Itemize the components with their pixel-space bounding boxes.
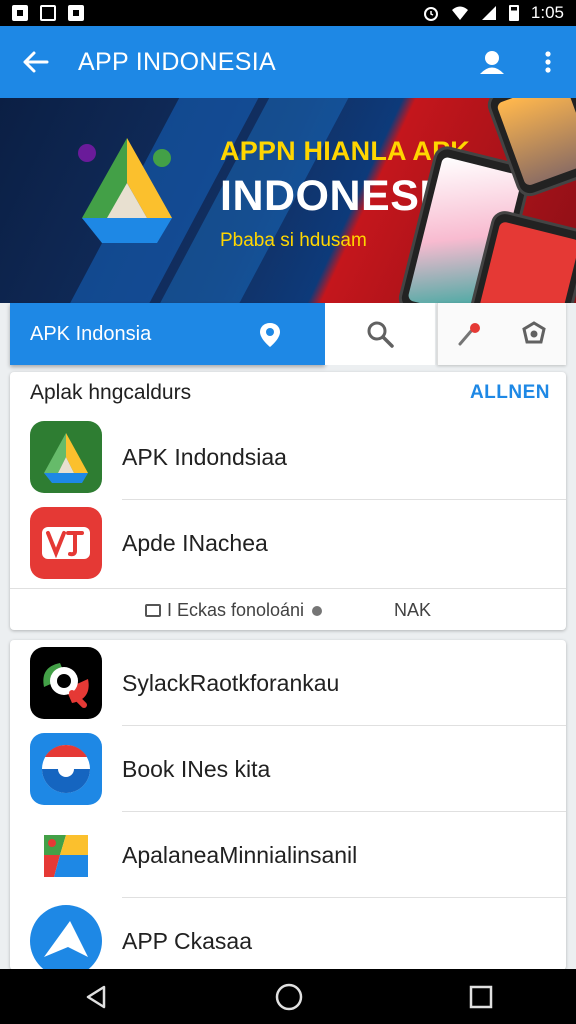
list-item[interactable]: SylackRaotkforankau [10,640,566,726]
card-header: Aplak hngcaldurs ALLNEN [10,372,566,414]
camera-app-icon [30,647,102,719]
status-bar: 1:05 [0,0,576,26]
list-item[interactable]: APK Indondsiaa [10,414,566,500]
section-title: Aplak hngcaldurs [30,381,192,404]
drive-like-icon [30,421,102,493]
dot-icon [312,605,323,616]
wifi-icon [451,6,468,20]
red-logo-icon [30,507,102,579]
overflow-menu-button[interactable] [520,26,576,98]
search-input[interactable]: APK Indonsia [10,303,325,365]
app-name: APK Indondsiaa [122,443,287,470]
promo-banner[interactable]: APPN HIANLA APK INDONESIA Pbaba si hdusa… [0,98,576,303]
signal-icon [481,6,496,20]
window-icon [144,604,161,617]
search-button[interactable] [325,303,435,365]
app-name: ApalaneaMinnialinsanil [122,841,358,868]
back-button[interactable] [0,26,70,98]
featured-apps-card: Aplak hngcaldurs ALLNEN APK Indondsiaa A… [10,372,566,630]
see-all-link[interactable]: ALLNEN [470,382,550,404]
app-name: Book INes kita [122,755,271,782]
nav-home-icon[interactable] [274,982,304,1012]
card-footer: I Eckas fonoloáni NAK [10,588,566,630]
alarm-icon [423,7,438,21]
system-nav-bar [0,969,576,1024]
mail-icon [40,5,56,21]
settings-icon[interactable] [520,320,548,348]
maps-like-icon [30,819,102,891]
search-icon [367,321,394,348]
app-name: Apde INachea [122,529,268,556]
footer-left-label: I Eckas fonoloáni [166,600,305,620]
app-notification-icon [68,5,84,21]
search-row: APK Indonsia [0,303,576,365]
toolbar-actions [437,303,566,365]
person-icon [480,51,504,74]
footer-left-action[interactable]: I Eckas fonoloáni [144,600,324,621]
search-value: APK Indonsia [30,322,152,345]
list-item[interactable]: Apde INachea [10,500,566,586]
microphone-icon[interactable] [456,320,484,348]
page-title: APP INDONESIA [78,47,276,76]
footer-right-label[interactable]: NAK [394,600,431,621]
back-arrow-icon [23,51,49,73]
list-item[interactable]: Book INes kita [10,726,566,812]
notification-icon [12,5,28,21]
list-item[interactable]: ApalaneaMinnialinsanil [10,812,566,898]
app-name: APP Ckasaa [122,927,252,954]
more-vert-icon [545,51,551,73]
app-bar: APP INDONESIA [0,26,576,98]
clock: 1:05 [530,3,564,22]
chrome-like-icon [30,733,102,805]
location-pin-icon[interactable] [259,322,281,348]
account-button[interactable] [464,26,520,98]
app-logo-icon [78,138,172,243]
battery-icon [508,5,519,21]
banner-subtitle: Pbaba si hdusam [220,230,367,251]
apps-list-card: SylackRaotkforankau Book INes kita Apala… [10,640,566,970]
app-name: SylackRaotkforankau [122,669,340,696]
nav-recents-icon[interactable] [468,984,494,1010]
arrow-app-icon [30,905,102,970]
list-item[interactable]: APP Ckasaa [10,898,566,970]
nav-back-icon[interactable] [82,983,110,1011]
